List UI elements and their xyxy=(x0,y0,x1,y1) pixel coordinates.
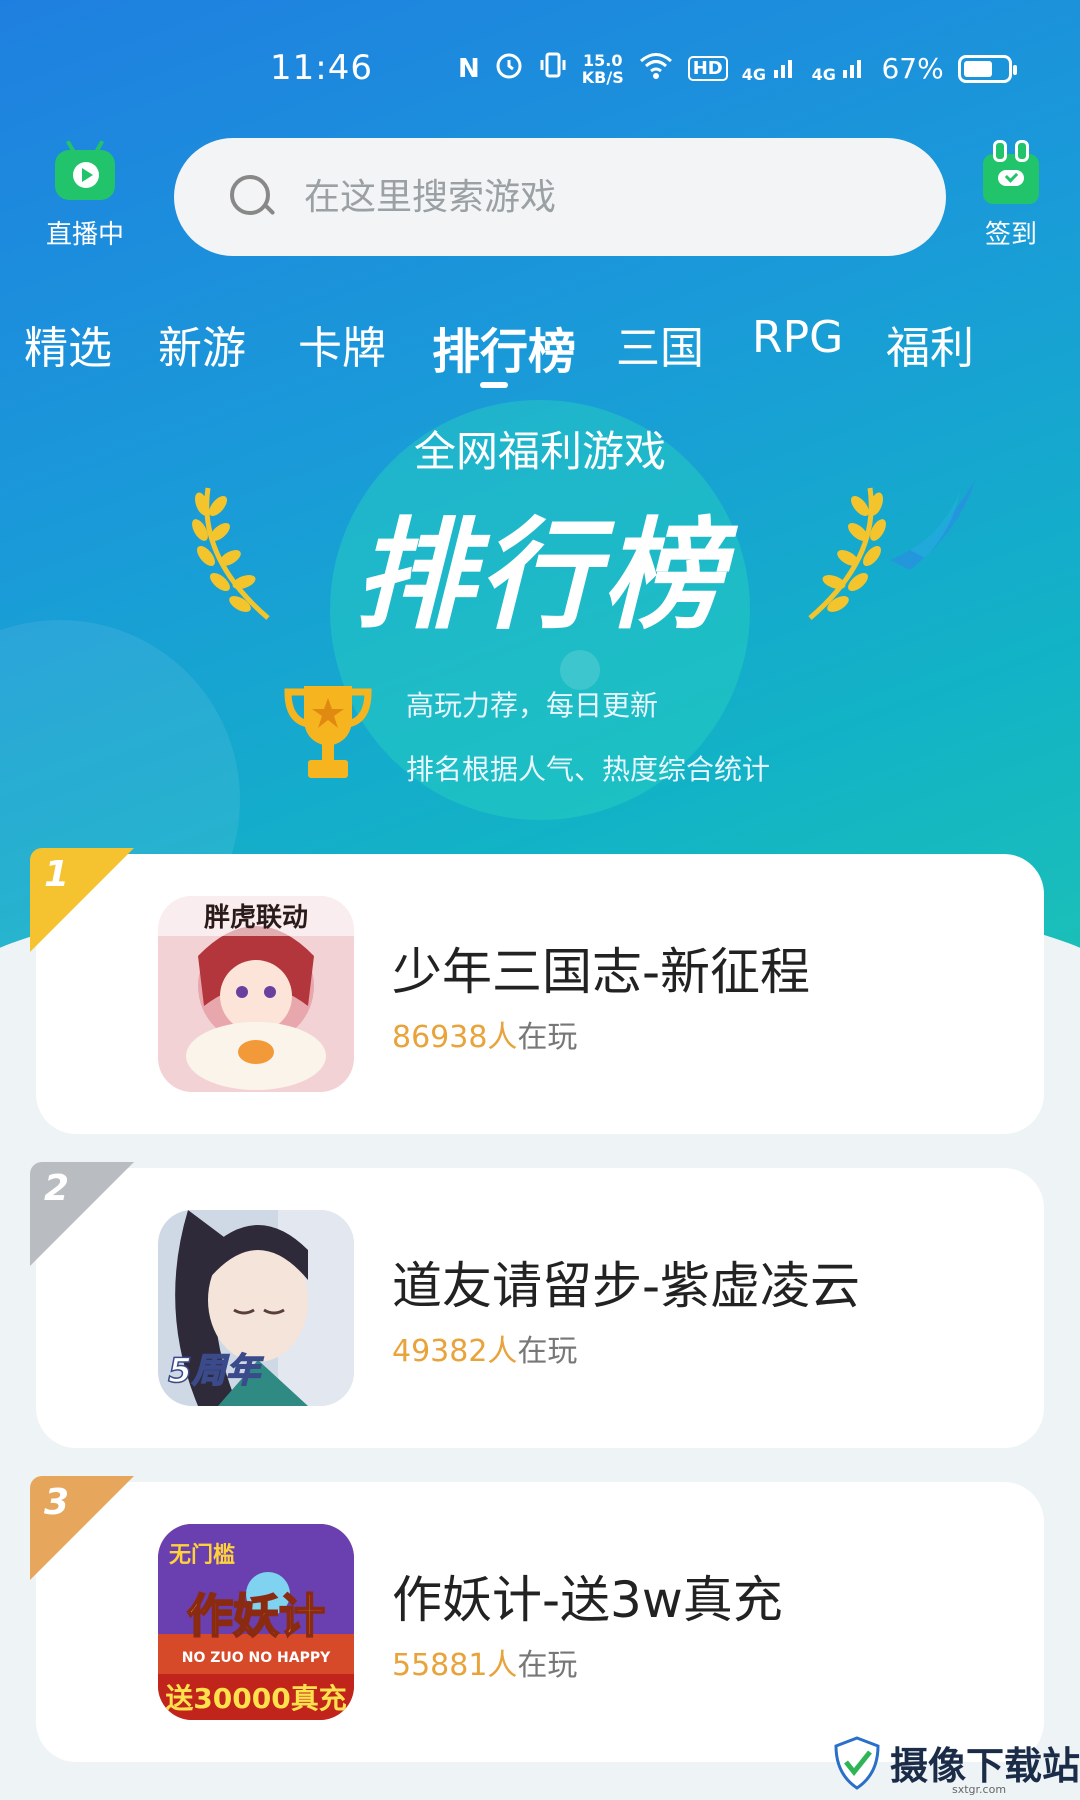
live-label: 直播中 xyxy=(45,220,124,250)
battery-percent: 67% xyxy=(881,52,944,85)
search-icon xyxy=(230,175,274,219)
game-name: 少年三国志-新征程 xyxy=(392,943,811,1001)
player-suffix: 在玩 xyxy=(517,1334,578,1369)
rank-badge-2: 2 xyxy=(30,1162,134,1266)
rank-number: 3 xyxy=(44,1482,70,1523)
calendar-check-icon xyxy=(983,140,1039,204)
tab-three-kingdoms[interactable]: 三国 xyxy=(616,312,704,376)
trophy-icon xyxy=(284,686,372,778)
game-players: 49382人在玩 xyxy=(392,1326,577,1370)
nfc-icon: N xyxy=(458,53,480,84)
tab-new-games[interactable]: 新游 xyxy=(158,312,246,376)
live-button[interactable]: 直播中 xyxy=(40,150,130,251)
rank-number: 1 xyxy=(44,854,70,895)
tab-cards[interactable]: 卡牌 xyxy=(298,312,386,376)
game-icon: 无门槛 作妖计 NO ZUO NO HAPPY 送30000真充 xyxy=(158,1524,354,1720)
game-name: 道友请留步-紫虚凌云 xyxy=(392,1257,861,1315)
game-icon: 胖虎联动 xyxy=(158,896,354,1092)
wifi-icon xyxy=(638,50,674,87)
rank-number: 2 xyxy=(44,1168,70,1209)
rank-badge-1: 1 xyxy=(30,848,134,952)
player-suffix: 在玩 xyxy=(517,1648,578,1683)
network-speed: 15.0 KB/S xyxy=(581,50,624,87)
hero-desc-line2: 排名根据人气、热度综合统计 xyxy=(406,753,771,786)
game-icon: 5周年 xyxy=(158,1210,354,1406)
decorative-swoosh xyxy=(890,480,975,570)
player-count: 49382人 xyxy=(392,1334,518,1369)
game-icon-text: 胖虎联动 xyxy=(204,903,308,933)
battery-icon xyxy=(957,54,1017,83)
tab-ranking[interactable]: 排行榜 xyxy=(432,312,576,382)
laurel-right-icon xyxy=(808,487,886,620)
signal-icon-2: 4G xyxy=(812,54,868,84)
category-tabs: 精选 新游 卡牌 排行榜 三国 RPG 福利 xyxy=(0,312,1080,392)
signal-icon-1: 4G xyxy=(742,54,798,84)
status-bar: 11:46 N 15.0 KB/S HD 4G 4G 67% xyxy=(0,40,1080,100)
hero-desc-line1: 高玩力荐，每日更新 xyxy=(406,689,659,722)
player-count: 55881人 xyxy=(392,1648,518,1683)
game-icon-text: NO ZUO NO HAPPY xyxy=(182,1650,331,1666)
game-icon-text: 5周年 xyxy=(168,1351,264,1391)
watermark-logo: 摄像下载站 sxtgr.com xyxy=(832,1735,1080,1796)
watermark-shield-icon xyxy=(834,1735,880,1790)
hd-voice-icon: HD xyxy=(687,56,728,81)
alarm-icon xyxy=(494,50,524,87)
tab-featured[interactable]: 精选 xyxy=(24,312,112,376)
search-input[interactable] xyxy=(304,176,864,218)
game-icon-text: 送30000真充 xyxy=(165,1682,346,1715)
checkin-button[interactable]: 签到 xyxy=(968,140,1054,251)
game-players: 55881人在玩 xyxy=(392,1640,577,1684)
player-count: 86938人 xyxy=(392,1020,518,1055)
game-icon-text: 作妖计 xyxy=(187,1589,325,1643)
game-players: 86938人在玩 xyxy=(392,1012,577,1056)
tab-rpg[interactable]: RPG xyxy=(752,312,843,363)
rank-badge-3: 3 xyxy=(30,1476,134,1580)
game-card[interactable]: 5周年 道友请留步-紫虚凌云 49382人在玩 xyxy=(36,1168,1044,1448)
search-bar[interactable] xyxy=(174,138,946,256)
watermark-sub: sxtgr.com xyxy=(952,1783,1007,1796)
vibrate-icon xyxy=(538,50,568,87)
game-card[interactable]: 无门槛 作妖计 NO ZUO NO HAPPY 送30000真充 作妖计-送3w… xyxy=(36,1482,1044,1762)
checkin-label: 签到 xyxy=(984,220,1037,250)
game-icon-text: 无门槛 xyxy=(169,1542,235,1568)
laurel-left-icon xyxy=(192,487,270,620)
player-suffix: 在玩 xyxy=(517,1020,578,1055)
watermark-text: 摄像下载站 xyxy=(890,1743,1080,1788)
live-tv-icon xyxy=(55,150,115,200)
status-time: 11:46 xyxy=(270,48,373,88)
game-name: 作妖计-送3w真充 xyxy=(392,1571,783,1629)
tab-welfare[interactable]: 福利 xyxy=(886,312,974,376)
active-tab-indicator xyxy=(480,382,508,388)
game-card[interactable]: 胖虎联动 少年三国志-新征程 86938人在玩 xyxy=(36,854,1044,1134)
